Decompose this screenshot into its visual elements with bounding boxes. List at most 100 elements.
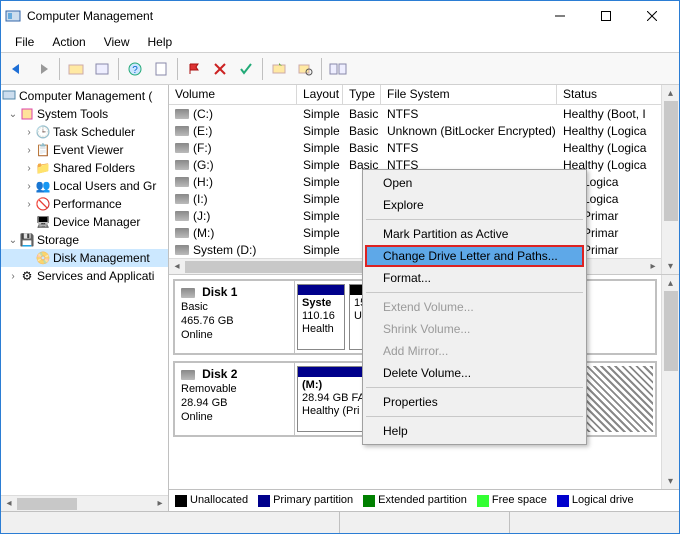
menu-help[interactable]: Help — [140, 33, 181, 51]
scroll-up-icon[interactable]: ▴ — [663, 275, 679, 291]
disks-vscroll[interactable]: ▴ ▾ — [661, 275, 679, 489]
drive-icon — [175, 245, 189, 255]
menu-file[interactable]: File — [7, 33, 42, 51]
legend-extended: Extended partition — [363, 494, 467, 506]
list-icon[interactable] — [267, 57, 291, 81]
tree[interactable]: Computer Management ( ⌄ System Tools ›🕒T… — [1, 85, 168, 495]
chevron-down-icon[interactable]: ⌄ — [7, 235, 19, 246]
cm-change-drive-letter[interactable]: Change Drive Letter and Paths... — [365, 245, 584, 267]
forward-button[interactable] — [31, 57, 55, 81]
cm-mark-active[interactable]: Mark Partition as Active — [365, 223, 584, 245]
disk-icon — [181, 370, 195, 380]
disk-partition[interactable]: Syste110.16Health — [297, 284, 345, 350]
legend-primary: Primary partition — [258, 494, 353, 506]
help-icon[interactable]: ? — [123, 57, 147, 81]
volume-row[interactable]: (F:)SimpleBasicNTFSHealthy (Logica — [169, 139, 661, 156]
volume-row[interactable]: (C:)SimpleBasicNTFSHealthy (Boot, I — [169, 105, 661, 122]
window-title: Computer Management — [27, 9, 537, 23]
view-icon[interactable] — [326, 57, 350, 81]
event-icon: 📋 — [35, 142, 51, 158]
drive-icon — [175, 143, 189, 153]
chevron-right-icon[interactable]: › — [23, 199, 35, 210]
legend-logical: Logical drive — [557, 494, 634, 506]
check-icon[interactable] — [234, 57, 258, 81]
close-button[interactable] — [629, 1, 675, 31]
tree-performance[interactable]: ›🚫Performance — [1, 195, 168, 213]
chevron-right-icon[interactable]: › — [7, 271, 19, 282]
clock-icon: 🕒 — [35, 124, 51, 140]
scroll-down-icon[interactable]: ▾ — [663, 473, 679, 489]
volumes-vscroll[interactable]: ▴ ▾ — [661, 85, 679, 274]
cm-separator — [366, 387, 583, 388]
volume-row[interactable]: (E:)SimpleBasicUnknown (BitLocker Encryp… — [169, 122, 661, 139]
status-cell — [1, 512, 340, 533]
tree-system-tools[interactable]: ⌄ System Tools — [1, 105, 168, 123]
tree-disk-management[interactable]: 📀Disk Management — [1, 249, 168, 267]
cm-properties[interactable]: Properties — [365, 391, 584, 413]
disk-info: Disk 1Basic465.76 GBOnline — [175, 281, 295, 353]
col-volume[interactable]: Volume — [169, 85, 297, 104]
status-cell — [340, 512, 510, 533]
tree-label: Services and Applicati — [37, 269, 154, 283]
tree-task-scheduler[interactable]: ›🕒Task Scheduler — [1, 123, 168, 141]
scroll-left-icon[interactable]: ◂ — [169, 259, 185, 275]
drive-icon — [175, 160, 189, 170]
services-icon: ⚙ — [19, 268, 35, 284]
scroll-up-icon[interactable]: ▴ — [663, 85, 679, 101]
tree-local-users[interactable]: ›👥Local Users and Gr — [1, 177, 168, 195]
folder-shared-icon: 📁 — [35, 160, 51, 176]
cm-format[interactable]: Format... — [365, 267, 584, 289]
cm-explore[interactable]: Explore — [365, 194, 584, 216]
minimize-button[interactable] — [537, 1, 583, 31]
perf-icon: 🚫 — [35, 196, 51, 212]
col-fs[interactable]: File System — [381, 85, 557, 104]
toolbar: ? — [1, 53, 679, 85]
chevron-right-icon[interactable]: › — [23, 181, 35, 192]
chevron-right-icon[interactable]: › — [23, 163, 35, 174]
tree-root[interactable]: Computer Management ( — [1, 87, 168, 105]
detail-icon[interactable] — [293, 57, 317, 81]
cm-separator — [366, 219, 583, 220]
drive-icon — [175, 177, 189, 187]
col-type[interactable]: Type — [343, 85, 381, 104]
back-button[interactable] — [5, 57, 29, 81]
storage-icon: 💾 — [19, 232, 35, 248]
tree-label: Task Scheduler — [53, 125, 135, 139]
users-icon: 👥 — [35, 178, 51, 194]
scroll-right-icon[interactable]: ▸ — [152, 496, 168, 512]
chevron-right-icon[interactable]: › — [23, 127, 35, 138]
scroll-down-icon[interactable]: ▾ — [663, 258, 679, 274]
properties-icon[interactable] — [90, 57, 114, 81]
tree-label: Computer Management ( — [19, 89, 152, 103]
body: Computer Management ( ⌄ System Tools ›🕒T… — [1, 85, 679, 511]
scroll-right-icon[interactable]: ▸ — [645, 259, 661, 275]
menu-view[interactable]: View — [96, 33, 138, 51]
menu-action[interactable]: Action — [44, 33, 93, 51]
chevron-right-icon[interactable]: › — [23, 145, 35, 156]
cm-separator — [366, 292, 583, 293]
tree-services[interactable]: ›⚙Services and Applicati — [1, 267, 168, 285]
tree-label: Disk Management — [53, 251, 150, 265]
col-layout[interactable]: Layout — [297, 85, 343, 104]
flag-icon[interactable] — [182, 57, 206, 81]
disk-icon: 📀 — [35, 250, 51, 266]
scroll-left-icon[interactable]: ◂ — [1, 496, 17, 512]
tree-shared-folders[interactable]: ›📁Shared Folders — [1, 159, 168, 177]
context-menu[interactable]: Open Explore Mark Partition as Active Ch… — [362, 169, 587, 445]
maximize-button[interactable] — [583, 1, 629, 31]
sheet-icon[interactable] — [149, 57, 173, 81]
cm-open[interactable]: Open — [365, 172, 584, 194]
tree-device-manager[interactable]: 🖥Device Manager — [1, 213, 168, 231]
tree-event-viewer[interactable]: ›📋Event Viewer — [1, 141, 168, 159]
cm-delete[interactable]: Delete Volume... — [365, 362, 584, 384]
titlebar: Computer Management — [1, 1, 679, 31]
cm-help[interactable]: Help — [365, 420, 584, 442]
tree-storage[interactable]: ⌄💾Storage — [1, 231, 168, 249]
col-status[interactable]: Status — [557, 85, 661, 104]
tree-hscroll[interactable]: ◂ ▸ — [1, 495, 168, 511]
delete-icon[interactable] — [208, 57, 232, 81]
legend-unallocated: Unallocated — [175, 494, 248, 506]
cm-separator — [366, 416, 583, 417]
chevron-down-icon[interactable]: ⌄ — [7, 109, 19, 120]
folder-icon[interactable] — [64, 57, 88, 81]
